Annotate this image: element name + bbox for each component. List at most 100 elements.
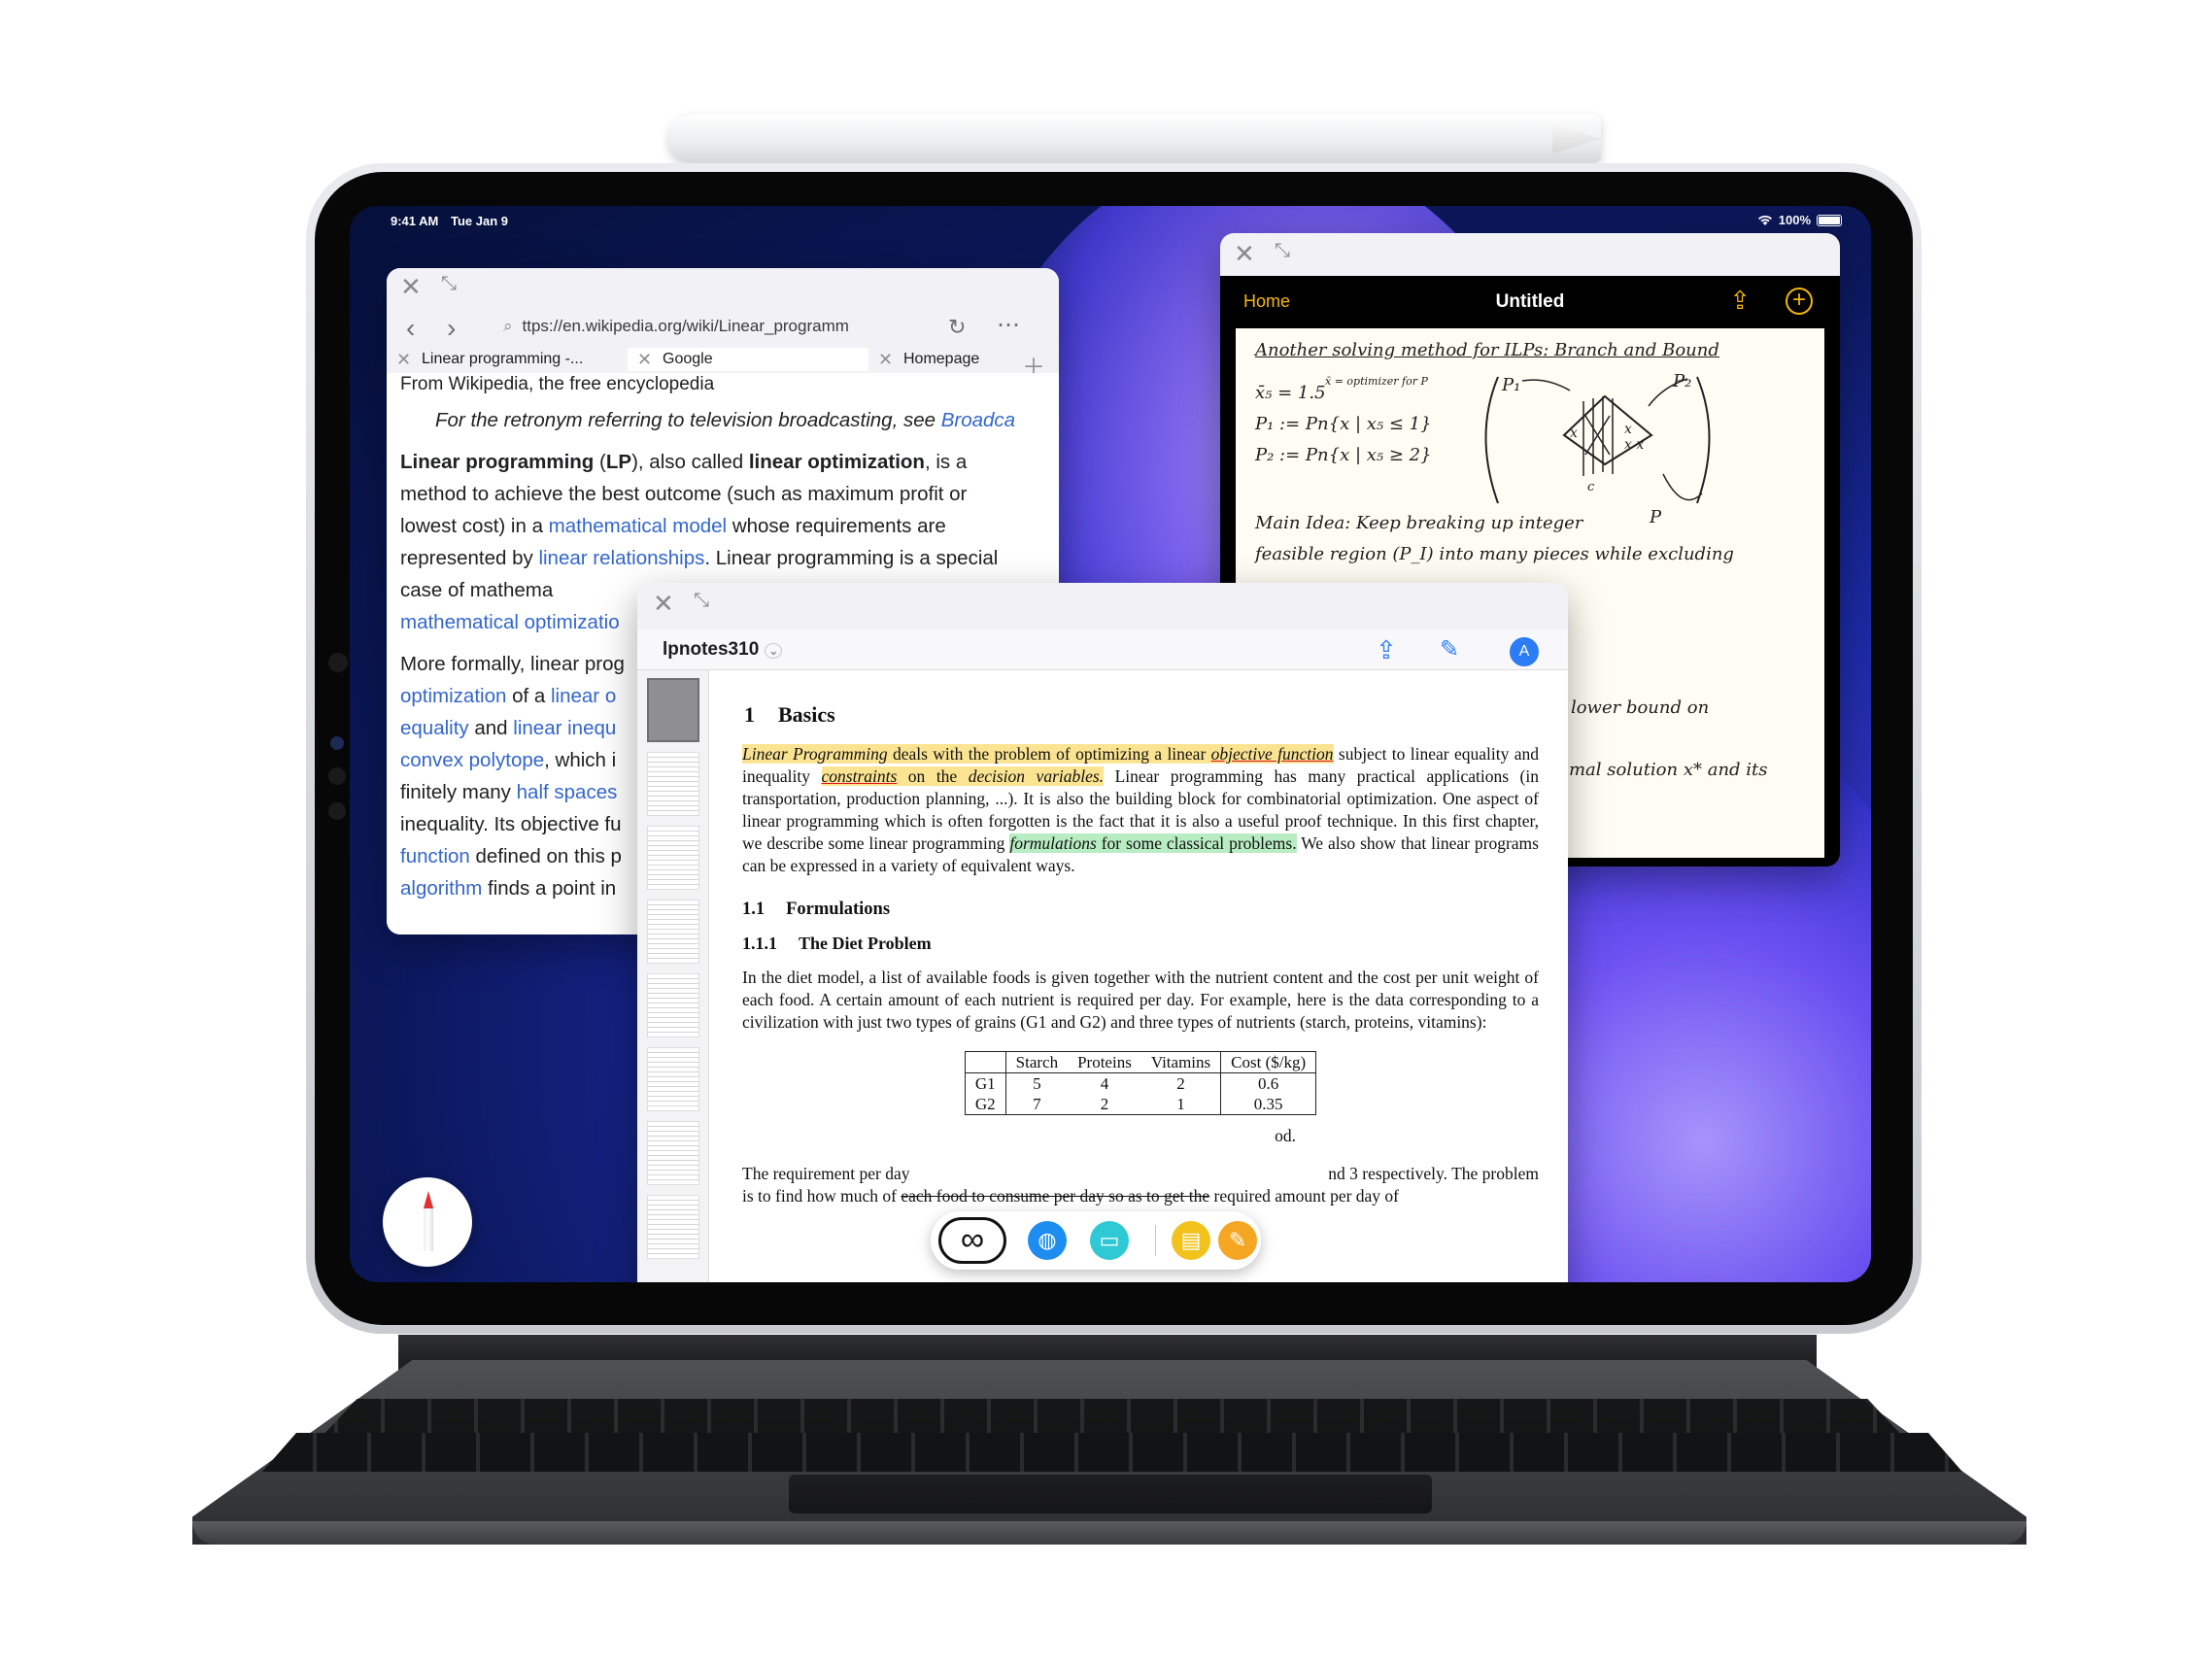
page-thumbnail[interactable] (647, 826, 699, 890)
keyboard-edge (192, 1521, 2026, 1545)
table-row: G1 5 4 2 0.6 (965, 1072, 1316, 1094)
page-thumbnail[interactable] (647, 678, 699, 742)
table-header: Starch (1004, 1051, 1069, 1073)
search-icon: ⌕ (503, 317, 513, 335)
pdf-page[interactable]: 1 Basics Linear Programming deals with th… (723, 670, 1568, 1282)
page-thumbnail[interactable] (647, 900, 699, 964)
article-link[interactable]: algorithm (400, 877, 482, 900)
article-link[interactable]: linear o (551, 685, 616, 707)
trackpad[interactable] (789, 1475, 1432, 1513)
pdf-paragraph: The requirement per day nd 3 respectively… (742, 1164, 1539, 1183)
camera-sensor (328, 767, 346, 785)
window-bar: ✕ ⤡ (1220, 233, 1840, 276)
app-dock: ∞ ◍ ▭ ▤ ✎ (931, 1211, 1261, 1270)
article-link[interactable]: linear relationships (538, 547, 704, 569)
files-app-icon[interactable]: ▭ (1090, 1221, 1129, 1260)
handwriting-line: P₁ := Pn{x | x₅ ≤ 1} (1255, 414, 1432, 434)
resize-icon[interactable]: ⤡ (1275, 241, 1290, 260)
article-link[interactable]: half spaces (517, 781, 618, 803)
handwriting-line: feasible region (P_I) into many pieces w… (1255, 544, 1734, 564)
svg-text:x: x (1570, 425, 1578, 441)
page-thumbnail[interactable] (647, 973, 699, 1037)
ipad-screen: 9:41 AM Tue Jan 9 100% ✕ ⤡ ‹ › ⌕ ttps://e… (350, 206, 1871, 1282)
notes-app-icon[interactable]: ✎ (1218, 1221, 1257, 1260)
handwriting-line: Main Idea: Keep breaking up integer (1255, 513, 1583, 533)
add-icon[interactable]: + (1786, 288, 1813, 315)
resize-icon[interactable]: ⤡ (694, 591, 709, 610)
section-heading: 1 Basics (744, 702, 835, 727)
table-header: Proteins (1077, 1053, 1132, 1071)
notes-nav-bar: Home Untitled ⇪ + (1220, 276, 1840, 328)
keyboard-keys[interactable] (262, 1433, 1962, 1472)
forward-icon[interactable]: › (447, 313, 456, 344)
status-date: Tue Jan 9 (451, 214, 509, 228)
svg-text:x x: x x (1624, 437, 1644, 453)
article-subtitle: From Wikipedia, the free encyclopedia (400, 374, 715, 394)
handwriting-label: P (1650, 507, 1662, 527)
handwriting-note: x̄ = optimizer for P (1325, 375, 1428, 388)
pencil-tip-icon (424, 1191, 433, 1208)
infinity-icon[interactable]: ∞ (938, 1217, 1006, 1264)
document-title[interactable]: lpnotes310 ⌄ (663, 639, 783, 661)
close-tab-icon[interactable]: ✕ (396, 348, 411, 371)
window-bar: ✕ ⤡ (637, 583, 1568, 629)
page-thumbnail[interactable] (647, 752, 699, 816)
article-link[interactable]: convex polytope (400, 749, 544, 771)
article-link[interactable]: optimization (400, 685, 506, 707)
table-cell: 0.35 (1220, 1094, 1316, 1115)
table-cell: G1 (974, 1074, 996, 1093)
article-link[interactable]: mathematical optimizatio (400, 611, 620, 633)
share-icon[interactable]: ⇪ (1729, 286, 1751, 316)
close-icon[interactable]: ✕ (1234, 241, 1255, 266)
table-header (965, 1052, 1005, 1073)
close-tab-icon[interactable]: ✕ (637, 348, 652, 371)
close-icon[interactable]: ✕ (400, 274, 422, 299)
tab-homepage[interactable]: ✕ Homepage (868, 348, 1004, 371)
close-icon[interactable]: ✕ (653, 591, 674, 616)
camera-sensor (330, 736, 344, 750)
handwriting-line: s lower bound on (1556, 697, 1710, 718)
table-cell: 4 (1100, 1074, 1109, 1093)
table-cell: 0.6 (1220, 1072, 1316, 1094)
pencil-tool-button[interactable] (383, 1177, 472, 1267)
chevron-down-icon[interactable]: ⌄ (765, 643, 783, 659)
url-field[interactable]: ⌕ ttps://en.wikipedia.org/wiki/Linear_pro… (503, 317, 902, 342)
diet-table: Starch Proteins Vitamins Cost ($/kg) G1 … (964, 1051, 1317, 1115)
more-icon[interactable]: ⋯ (997, 311, 1020, 339)
handwriting-line: timal solution x* and its (1556, 760, 1768, 780)
table-cell: 2 (1176, 1074, 1185, 1093)
share-icon[interactable]: ⇪ (1376, 635, 1397, 665)
browser-app-icon[interactable]: ◍ (1028, 1221, 1067, 1260)
camera-sensor (328, 653, 348, 672)
tab-google[interactable]: ✕ Google (628, 348, 868, 371)
markup-icon[interactable]: ✎ (1440, 635, 1459, 663)
reload-icon[interactable]: ↻ (948, 315, 966, 340)
resize-icon[interactable]: ⤡ (441, 274, 457, 293)
page-thumbnail[interactable] (647, 1121, 699, 1185)
url-text: ttps://en.wikipedia.org/wiki/Linear_prog… (522, 317, 849, 335)
camera-sensor (328, 802, 346, 820)
table-header-row: Starch Proteins Vitamins Cost ($/kg) (965, 1051, 1316, 1073)
hatnote-link[interactable]: Broadca (941, 409, 1015, 431)
article-link[interactable]: equality (400, 717, 469, 739)
pdf-window[interactable]: ✕ ⤡ lpnotes310 ⌄ ⇪ ✎ A 1 Basics Linear Pro… (637, 583, 1568, 1282)
table-header: Vitamins (1150, 1053, 1211, 1071)
documents-app-icon[interactable]: ▤ (1172, 1221, 1210, 1260)
page-thumbnail[interactable] (647, 1047, 699, 1111)
branch-and-bound-sketch: x x x x (1484, 376, 1711, 504)
svg-text:x: x (1624, 422, 1632, 437)
article-link[interactable]: function (400, 845, 470, 867)
table-header: Cost ($/kg) (1220, 1051, 1316, 1073)
pdf-paragraph: Linear Programming deals with the proble… (742, 744, 1539, 875)
pencil-mode-icon[interactable]: A (1510, 637, 1539, 666)
tab-label: Homepage (903, 351, 980, 367)
pdf-paragraph: od. (1275, 1126, 1296, 1145)
handwriting-line: Another solving method for ILPs: Branch … (1255, 340, 1719, 360)
dock-separator (1155, 1225, 1156, 1256)
tab-wikipedia[interactable]: ✕ Linear programming -... (387, 348, 628, 371)
back-icon[interactable]: ‹ (406, 313, 415, 344)
page-thumbnail[interactable] (647, 1195, 699, 1259)
close-tab-icon[interactable]: ✕ (878, 348, 893, 371)
article-link[interactable]: mathematical model (549, 515, 727, 537)
article-link[interactable]: linear inequ (513, 717, 616, 739)
